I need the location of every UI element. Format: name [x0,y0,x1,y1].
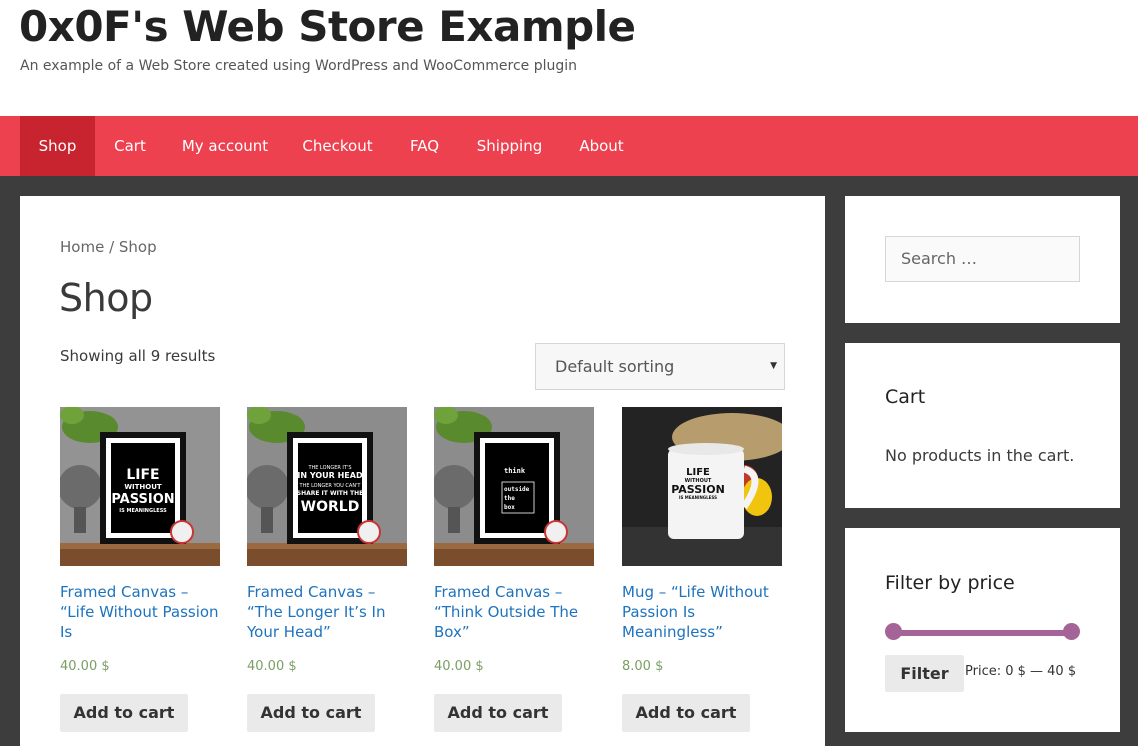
product-price: 8.00 $ [622,659,664,674]
price-filter-widget: Filter by price Filter Price: 0 $ — 40 $ [845,528,1120,732]
product-image-text-line: box [504,504,515,511]
product-image-text-line: PASSION [111,492,174,507]
price-filter-title: Filter by price [885,572,1015,594]
cart-empty-text: No products in the cart. [885,446,1075,465]
price-slider-track[interactable] [893,630,1071,636]
product-image-text-line: SHARE IT WITH THE [297,490,363,497]
nav-item-cart[interactable]: Cart [95,116,165,176]
search-input[interactable]: Search … [885,236,1080,282]
product-image-text-line: IS MEANINGLESS [679,495,717,500]
main-content: Home / Shop Shop Showing all 9 results D… [20,196,825,746]
product-title[interactable]: Framed Canvas – “Think Outside The Box” [434,582,594,642]
caret-down-icon: ▼ [770,361,777,371]
product-image[interactable]: think outside the box [434,407,594,566]
add-to-cart-button[interactable]: Add to cart [60,694,188,732]
sort-selected-label: Default sorting [555,357,675,376]
product-title[interactable]: Framed Canvas – “The Longer It’s In Your… [247,582,407,642]
nav-item-checkout[interactable]: Checkout [285,116,390,176]
result-count: Showing all 9 results [60,347,216,365]
site-header: 0x0F's Web Store Example An example of a… [0,0,1138,116]
add-to-cart-button[interactable]: Add to cart [622,694,750,732]
price-slider-min-handle[interactable] [885,623,902,640]
product-image-text-line: LIFE [126,467,159,483]
site-title[interactable]: 0x0F's Web Store Example [19,2,636,51]
product-image-text-line: LIFE [686,467,710,478]
product-image-text-line: IS MEANINGLESS [119,508,167,514]
price-range-label: Price: 0 $ — 40 $ [965,664,1077,679]
page-title: Shop [59,276,153,320]
cart-widget-title: Cart [885,386,926,408]
product-image[interactable]: LIFE WITHOUT PASSION IS MEANINGLESS [60,407,220,566]
price-slider-max-handle[interactable] [1063,623,1080,640]
cart-widget: Cart No products in the cart. [845,343,1120,508]
breadcrumb[interactable]: Home / Shop [60,238,157,256]
product-title[interactable]: Framed Canvas – “Life Without Passion Is [60,582,220,642]
product-price: 40.00 $ [60,659,110,674]
filter-button[interactable]: Filter [885,655,964,692]
site-tagline: An example of a Web Store created using … [20,58,578,74]
product-price: 40.00 $ [434,659,484,674]
nav-item-about[interactable]: About [560,116,643,176]
product-image-text-line: outside [504,486,530,493]
product-image-text-line: the [504,495,515,502]
product-image[interactable]: THE LONGER IT'S IN YOUR HEAD THE LONGER … [247,407,407,566]
sort-select[interactable]: Default sorting ▼ [535,343,785,390]
product-image-text-line: WITHOUT [124,483,162,491]
product-title[interactable]: Mug – “Life Without Passion Is Meaningle… [622,582,782,642]
main-nav: Shop Cart My account Checkout FAQ Shippi… [0,116,1138,176]
product-image[interactable]: LIFE WITHOUT PASSION IS MEANINGLESS [622,407,782,566]
nav-item-my-account[interactable]: My account [165,116,285,176]
search-widget: Search … [845,196,1120,323]
product-image-text-line: think [504,467,526,475]
product-price: 40.00 $ [247,659,297,674]
add-to-cart-button[interactable]: Add to cart [247,694,375,732]
nav-item-shipping[interactable]: Shipping [459,116,560,176]
nav-item-faq[interactable]: FAQ [390,116,459,176]
product-image-text-line: THE LONGER YOU CAN'T [299,483,362,489]
product-image-text-line: WORLD [301,499,360,515]
add-to-cart-button[interactable]: Add to cart [434,694,562,732]
nav-item-shop[interactable]: Shop [20,116,95,176]
product-image-text-line: IN YOUR HEAD [297,471,363,480]
